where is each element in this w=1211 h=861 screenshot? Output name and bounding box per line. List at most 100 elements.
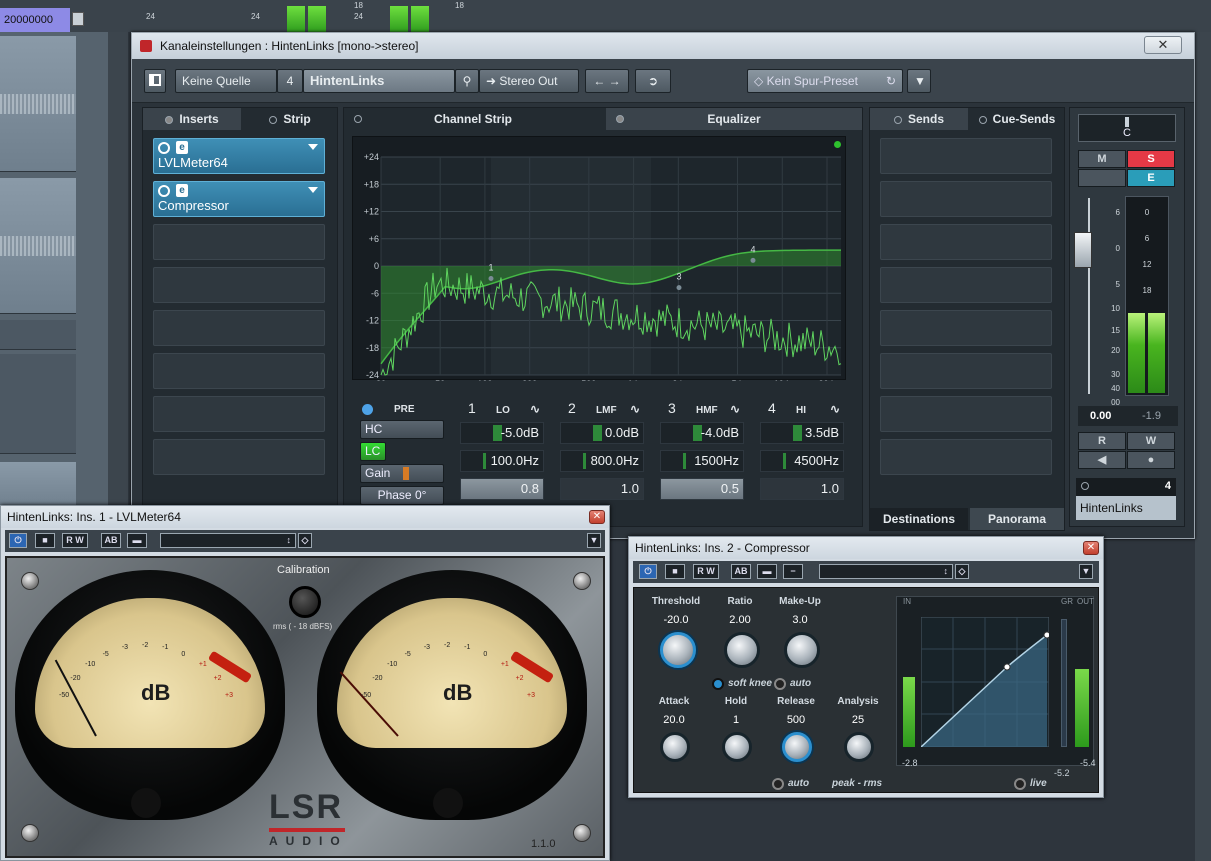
edit-button[interactable]: E <box>1127 169 1175 187</box>
band-q-field[interactable]: 1.0 <box>760 478 844 500</box>
fader-handle[interactable] <box>1074 232 1092 268</box>
audio-clip[interactable] <box>0 178 76 314</box>
auto-makeup-toggle[interactable] <box>774 678 786 690</box>
band-gain-field[interactable]: 0.0dB <box>560 422 644 444</box>
comp-knob[interactable] <box>660 632 696 668</box>
output-routing[interactable]: ➜ Stereo Out <box>479 69 579 93</box>
live-toggle[interactable] <box>1014 778 1026 790</box>
bypass-icon[interactable]: ■ <box>665 564 685 579</box>
filter-type-icon[interactable]: ∿ <box>630 402 640 416</box>
audio-clip[interactable] <box>0 36 76 172</box>
pan-control[interactable]: C <box>1078 114 1176 142</box>
menu-icon[interactable]: ▼ <box>1079 564 1093 579</box>
eq-band-handle[interactable] <box>488 276 494 282</box>
ab-compare-icon[interactable]: AB <box>101 533 121 548</box>
eq-band-handle[interactable] <box>750 257 756 263</box>
close-button[interactable]: ✕ <box>589 510 605 524</box>
tab-destinations[interactable]: Destinations <box>870 508 968 530</box>
soft-knee-toggle[interactable] <box>712 678 724 690</box>
comp-knob[interactable] <box>724 632 760 668</box>
ab-compare-icon[interactable]: AB <box>731 564 751 579</box>
record-icon[interactable]: ● <box>1127 451 1175 469</box>
fader-track[interactable] <box>1088 198 1106 394</box>
comp-knob[interactable] <box>844 732 874 762</box>
tab-equalizer[interactable]: Equalizer <box>606 108 862 130</box>
copy-icon[interactable]: ▬ <box>757 564 777 579</box>
band-gain-field[interactable]: -5.0dB <box>460 422 544 444</box>
insert-slot-3[interactable] <box>153 224 325 260</box>
band-freq-field[interactable]: 1500Hz <box>660 450 744 472</box>
send-slot[interactable] <box>880 353 1052 389</box>
monitor-button[interactable] <box>1078 169 1126 187</box>
filter-type-icon[interactable]: ∿ <box>730 402 740 416</box>
preset-icon[interactable]: ◇ <box>955 564 969 579</box>
band-freq-field[interactable]: 100.0Hz <box>460 450 544 472</box>
chevron-down-icon[interactable] <box>308 144 318 150</box>
tab-strip[interactable]: Strip <box>243 108 337 130</box>
insert-slot-5[interactable] <box>153 310 325 346</box>
insert-slot-6[interactable] <box>153 353 325 389</box>
audio-clip[interactable] <box>0 462 76 510</box>
write-button[interactable]: W <box>1127 432 1175 450</box>
eq-curve-display[interactable]: +24+18+12+60-6-12-18-2420501002005001 k2… <box>352 136 846 381</box>
edit-icon[interactable]: e <box>176 184 188 197</box>
insert-slot-1[interactable]: e LVLMeter64 <box>153 138 325 174</box>
insert-slot-8[interactable] <box>153 439 325 475</box>
tab-cue-sends[interactable]: Cue-Sends <box>970 108 1064 130</box>
prev-next-channel[interactable]: ← → <box>585 69 629 93</box>
comp-knob[interactable] <box>782 732 812 762</box>
insert-slot-4[interactable] <box>153 267 325 303</box>
preset-field[interactable]: ↕ <box>160 533 296 548</box>
tab-inserts[interactable]: Inserts <box>143 108 241 130</box>
send-slot[interactable] <box>880 181 1052 217</box>
band-freq-field[interactable]: 4500Hz <box>760 450 844 472</box>
band-q-field[interactable]: 0.5 <box>660 478 744 500</box>
insert-slot-7[interactable] <box>153 396 325 432</box>
listen-icon[interactable]: ◀ <box>1078 451 1126 469</box>
close-button[interactable]: ✕ <box>1083 541 1099 555</box>
preset-field[interactable]: ↕ <box>819 564 953 579</box>
copy-icon[interactable]: ▬ <box>127 533 147 548</box>
calibration-knob[interactable] <box>289 586 321 618</box>
search-icon[interactable]: ⚲ <box>455 69 479 93</box>
send-slot[interactable] <box>880 224 1052 260</box>
menu-icon[interactable]: ▼ <box>587 533 601 548</box>
read-write-icon[interactable]: R W <box>693 564 719 579</box>
power-icon[interactable]: ⏻ <box>9 533 27 548</box>
read-button[interactable]: R <box>1078 432 1126 450</box>
chevron-down-icon[interactable] <box>308 187 318 193</box>
volume-readout[interactable]: 0.00 -1.9 <box>1078 406 1178 426</box>
close-button[interactable]: ✕ <box>1144 36 1182 54</box>
compressor-curve[interactable] <box>921 617 1049 747</box>
power-icon[interactable]: ⏻ <box>639 564 657 579</box>
power-icon[interactable] <box>158 142 170 154</box>
band-freq-field[interactable]: 800.0Hz <box>560 450 644 472</box>
band-q-field[interactable]: 1.0 <box>560 478 644 500</box>
send-slot[interactable] <box>880 310 1052 346</box>
band-q-field[interactable]: 0.8 <box>460 478 544 500</box>
sidechain-icon[interactable]: − <box>783 564 803 579</box>
preset-icon[interactable]: ◇ <box>298 533 312 548</box>
channel-name-field[interactable]: HintenLinks <box>303 69 455 93</box>
edit-icon[interactable]: e <box>176 141 188 154</box>
audio-clip[interactable] <box>0 354 76 454</box>
send-slot[interactable] <box>880 439 1052 475</box>
read-write-icon[interactable]: R W <box>62 533 88 548</box>
bypass-icon[interactable]: ■ <box>35 533 55 548</box>
comp-knob[interactable] <box>660 732 690 762</box>
tab-sends[interactable]: Sends <box>870 108 968 130</box>
audio-clip[interactable] <box>0 320 76 350</box>
input-source-select[interactable]: Keine Quelle <box>175 69 277 93</box>
send-slot[interactable] <box>880 267 1052 303</box>
tab-panorama[interactable]: Panorama <box>970 508 1064 530</box>
lowcut-button[interactable]: LC <box>360 442 386 461</box>
gain-control[interactable]: Gain <box>360 464 444 483</box>
next-channel-icon[interactable]: ➲ <box>635 69 671 93</box>
band-gain-field[interactable]: -4.0dB <box>660 422 744 444</box>
comp-knob[interactable] <box>722 732 752 762</box>
eq-bypass-led[interactable] <box>362 404 373 415</box>
solo-button[interactable]: S <box>1127 150 1175 168</box>
phase-button[interactable]: Phase 0° <box>360 486 444 505</box>
track-preset-select[interactable]: ◇ Kein Spur-Preset ↻ <box>747 69 903 93</box>
eq-band-handle[interactable] <box>676 285 682 291</box>
